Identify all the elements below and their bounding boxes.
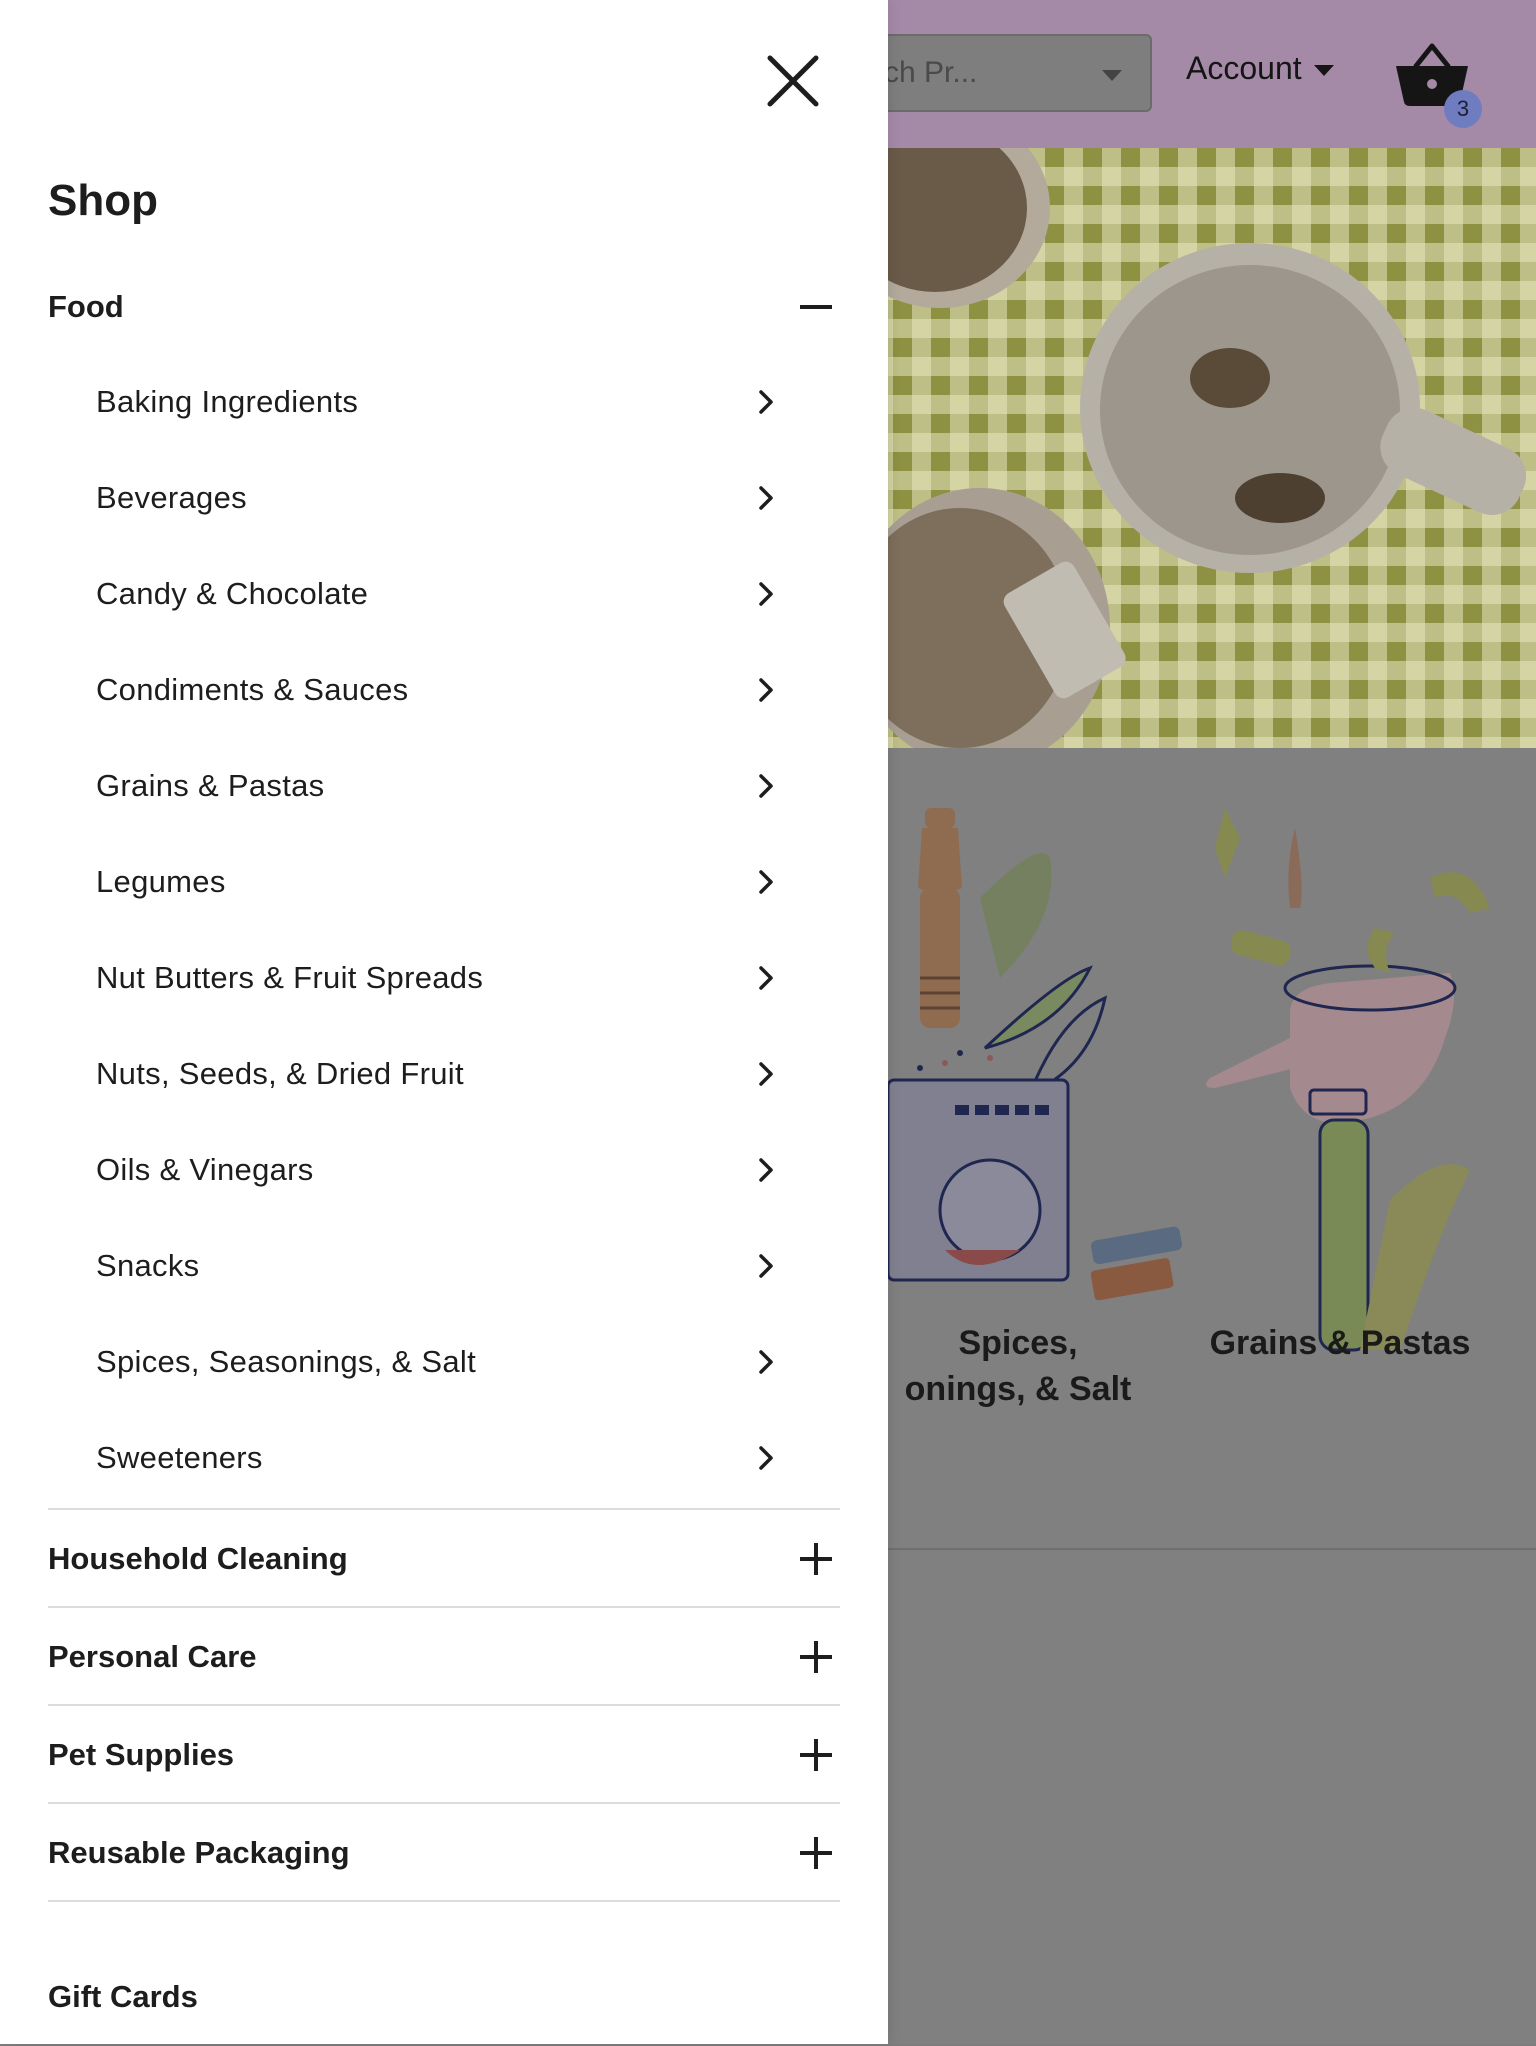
submenu-item-nuts-seeds[interactable]: Nuts, Seeds, & Dried Fruit: [96, 1026, 788, 1122]
plus-icon[interactable]: [800, 1739, 832, 1771]
section-label: Household Cleaning: [48, 1541, 348, 1576]
submenu-item-label: Sweeteners: [96, 1440, 263, 1475]
submenu-item-grains-pastas[interactable]: Grains & Pastas: [96, 738, 788, 834]
submenu-item-label: Spices, Seasonings, & Salt: [96, 1344, 477, 1379]
chevron-right-icon: [759, 390, 773, 414]
category-label-spices-line2: onings, & Salt: [904, 1370, 1132, 1408]
category-label-spices-line1: Spices,: [958, 1324, 1078, 1362]
category-label-grains-line1: Grains & Pastas: [1209, 1324, 1471, 1362]
search-placeholder: rch Pr...: [874, 56, 978, 89]
submenu-item-nut-butters[interactable]: Nut Butters & Fruit Spreads: [96, 930, 788, 1026]
shop-menu-drawer: Shop Food Baking Ingredients Beverages C…: [0, 0, 888, 2044]
chevron-right-icon: [759, 1446, 773, 1470]
gift-cards-label: Gift Cards: [48, 1979, 198, 2014]
submenu-item-oils-vinegars[interactable]: Oils & Vinegars: [96, 1122, 788, 1218]
section-personal-care[interactable]: Personal Care: [48, 1608, 840, 1706]
submenu-item-baking-ingredients[interactable]: Baking Ingredients: [96, 354, 788, 450]
submenu-item-label: Snacks: [96, 1248, 200, 1283]
section-pet-supplies[interactable]: Pet Supplies: [48, 1706, 840, 1804]
submenu-item-label: Condiments & Sauces: [96, 672, 409, 707]
section-label: Reusable Packaging: [48, 1835, 350, 1870]
chevron-right-icon: [759, 1062, 773, 1086]
section-reusable-packaging[interactable]: Reusable Packaging: [48, 1804, 840, 1902]
submenu-item-legumes[interactable]: Legumes: [96, 834, 788, 930]
chevron-right-icon: [759, 774, 773, 798]
section-food[interactable]: Food: [48, 258, 840, 356]
chevron-right-icon: [759, 870, 773, 894]
section-label: Pet Supplies: [48, 1737, 235, 1772]
account-label: Account: [1186, 50, 1302, 86]
submenu-item-sweeteners[interactable]: Sweeteners: [96, 1410, 788, 1506]
submenu-item-beverages[interactable]: Beverages: [96, 450, 788, 546]
chevron-right-icon: [759, 966, 773, 990]
category-label-grains[interactable]: Grains & Pastas: [1190, 1320, 1490, 1366]
minus-icon[interactable]: [800, 291, 832, 323]
chevron-right-icon: [759, 1158, 773, 1182]
chevron-right-icon: [759, 1254, 773, 1278]
submenu-item-label: Candy & Chocolate: [96, 576, 369, 611]
plus-icon[interactable]: [800, 1641, 832, 1673]
caret-down-icon: [1313, 65, 1334, 76]
submenu-item-candy-chocolate[interactable]: Candy & Chocolate: [96, 546, 788, 642]
submenu-item-label: Grains & Pastas: [96, 768, 325, 803]
gift-cards-link[interactable]: Gift Cards: [48, 1948, 840, 2046]
submenu-item-label: Beverages: [96, 480, 247, 515]
chevron-right-icon: [759, 1350, 773, 1374]
submenu-item-label: Nuts, Seeds, & Dried Fruit: [96, 1056, 464, 1091]
submenu-item-label: Nut Butters & Fruit Spreads: [96, 960, 484, 995]
close-icon[interactable]: [764, 52, 822, 110]
plus-icon[interactable]: [800, 1837, 832, 1869]
submenu-item-label: Legumes: [96, 864, 226, 899]
submenu-item-spices[interactable]: Spices, Seasonings, & Salt: [96, 1314, 788, 1410]
cart-count-badge: 3: [1444, 90, 1482, 128]
divider: [48, 1900, 840, 1902]
account-menu[interactable]: Account: [1186, 50, 1334, 87]
submenu-item-snacks[interactable]: Snacks: [96, 1218, 788, 1314]
chevron-right-icon: [759, 582, 773, 606]
search-dropdown-caret-icon[interactable]: [1102, 70, 1122, 81]
section-food-label: Food: [48, 289, 124, 324]
category-label-spices[interactable]: Spices, onings, & Salt: [868, 1320, 1168, 1412]
drawer-title: Shop: [48, 176, 158, 225]
chevron-right-icon: [759, 678, 773, 702]
section-label: Personal Care: [48, 1639, 257, 1674]
submenu-item-label: Baking Ingredients: [96, 384, 359, 419]
submenu-item-condiments-sauces[interactable]: Condiments & Sauces: [96, 642, 788, 738]
chevron-right-icon: [759, 486, 773, 510]
plus-icon[interactable]: [800, 1543, 832, 1575]
section-household-cleaning[interactable]: Household Cleaning: [48, 1510, 840, 1608]
submenu-item-label: Oils & Vinegars: [96, 1152, 314, 1187]
